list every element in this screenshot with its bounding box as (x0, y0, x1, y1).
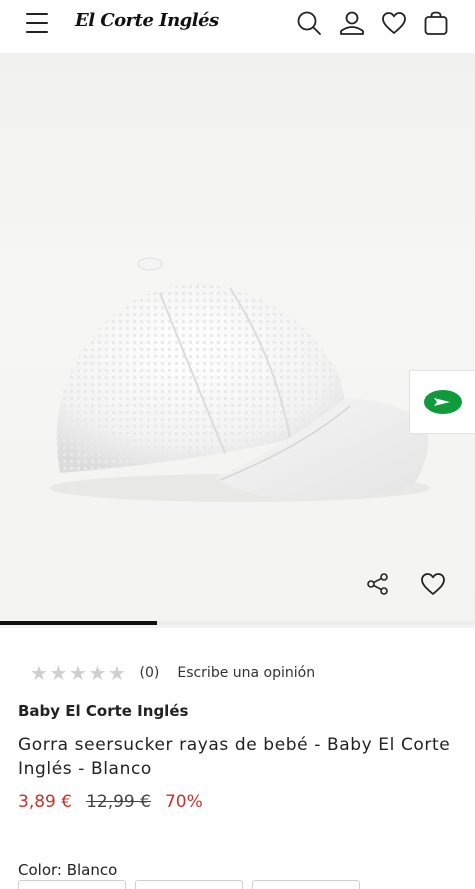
size-option[interactable] (18, 880, 126, 889)
product-title: Gorra seersucker rayas de bebé - Baby El… (18, 735, 451, 779)
product-brand[interactable]: Baby El Corte Inglés (18, 702, 188, 720)
account-icon[interactable] (339, 10, 365, 36)
heart-icon[interactable] (420, 571, 446, 597)
star-icon: ★ (108, 661, 126, 685)
write-review-link[interactable]: Escribe una opinión (177, 665, 315, 681)
product-image-cap (50, 257, 430, 502)
share-icon[interactable] (365, 571, 391, 597)
color-label: Color: Blanco (18, 861, 118, 879)
current-price: 3,89 € (18, 792, 73, 812)
bag-icon[interactable] (423, 10, 449, 36)
green-badge-tab[interactable] (409, 370, 475, 434)
gallery-progress-fill (0, 621, 157, 625)
menu-icon[interactable] (26, 13, 48, 33)
top-header: El Corte Inglés (0, 0, 475, 53)
original-price: 12,99 € (86, 792, 151, 812)
rating-row: ★ ★ ★ ★ ★ (0) Escribe una opinión (30, 662, 315, 684)
size-option[interactable] (252, 880, 360, 889)
product-image-gallery[interactable] (0, 53, 475, 628)
size-option[interactable] (135, 880, 243, 889)
price-row: 3,89 € 12,99 € 70% (18, 792, 203, 812)
search-icon[interactable] (296, 10, 322, 36)
discount-badge: 70% (164, 792, 203, 812)
star-icon: ★ (30, 661, 48, 685)
rating-count: (0) (139, 665, 160, 681)
wishlist-icon[interactable] (381, 10, 407, 36)
green-arrow-icon (423, 390, 462, 414)
rating-stars: ★ ★ ★ ★ ★ (30, 663, 128, 683)
star-icon: ★ (69, 661, 87, 685)
logo[interactable]: El Corte Inglés (75, 10, 219, 31)
star-icon: ★ (88, 661, 107, 685)
gallery-progress-bar (0, 621, 475, 625)
star-icon: ★ (49, 661, 68, 685)
